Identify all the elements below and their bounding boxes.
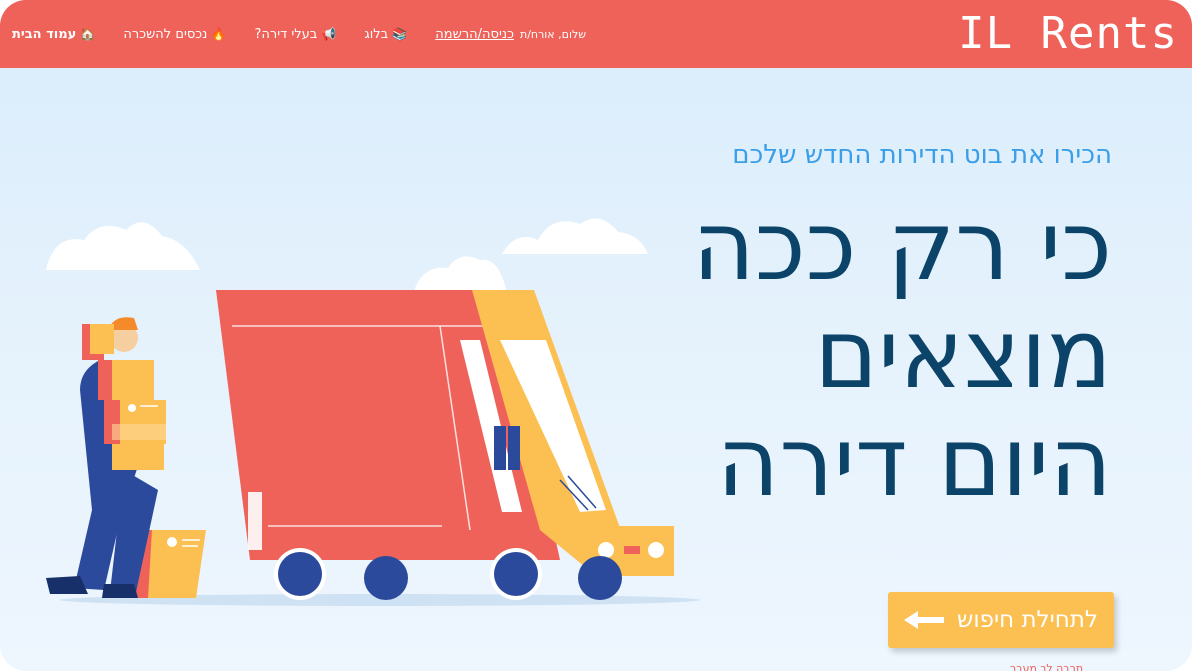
arrow-left-icon xyxy=(904,611,944,629)
greeting-text: שלום, אורח/ת xyxy=(519,27,586,41)
nav-home[interactable]: 🏠 עמוד הבית xyxy=(12,27,95,42)
fire-icon: 🔥 xyxy=(211,27,227,41)
cloud-left xyxy=(46,222,200,270)
nav-home-label: עמוד הבית xyxy=(12,26,77,42)
hero-headline: כי רק ככה מוצאים היום דירה xyxy=(692,192,1112,516)
nav-properties[interactable]: 🔥 נכסים להשכרה xyxy=(123,27,226,42)
user-block: שלום, אורח/ת כניסה/הרשמה xyxy=(435,27,586,42)
nav-blog-label: בלוג xyxy=(364,26,389,42)
nav-landlords[interactable]: 📢 בעלי דירה? xyxy=(254,27,336,42)
login-link[interactable]: כניסה/הרשמה xyxy=(435,27,514,42)
headline-line-1: כי רק ככה xyxy=(692,190,1112,302)
nav-landlords-label: בעלי דירה? xyxy=(254,26,318,42)
headline-line-3: היום דירה xyxy=(716,406,1112,518)
main-nav: 🏠 עמוד הבית 🔥 נכסים להשכרה 📢 בעלי דירה? … xyxy=(12,22,586,46)
headline-line-2: מוצאים xyxy=(814,298,1112,410)
fineprint-text: תרבה לך מעבר xyxy=(1010,662,1084,671)
books-icon: 📚 xyxy=(392,27,408,41)
nav-properties-label: נכסים להשכרה xyxy=(123,26,208,42)
hero-subtitle: הכירו את בוט הדירות החדש שלכם xyxy=(732,140,1112,170)
moving-truck-illustration xyxy=(46,218,700,606)
house-icon: 🏠 xyxy=(80,27,96,41)
nav-blog[interactable]: 📚 בלוג xyxy=(364,27,407,42)
site-logo[interactable]: IL Rents xyxy=(958,8,1178,60)
truck xyxy=(216,290,674,600)
megaphone-icon: 📢 xyxy=(321,27,337,41)
cloud-right xyxy=(502,218,648,254)
start-search-button[interactable]: לתחילת חיפוש xyxy=(888,592,1114,648)
page: IL Rents 🏠 עמוד הבית 🔥 נכסים להשכרה 📢 בע… xyxy=(0,0,1192,671)
start-search-label: לתחילת חיפוש xyxy=(957,607,1098,633)
header-bar: IL Rents 🏠 עמוד הבית 🔥 נכסים להשכרה 📢 בע… xyxy=(0,0,1192,68)
